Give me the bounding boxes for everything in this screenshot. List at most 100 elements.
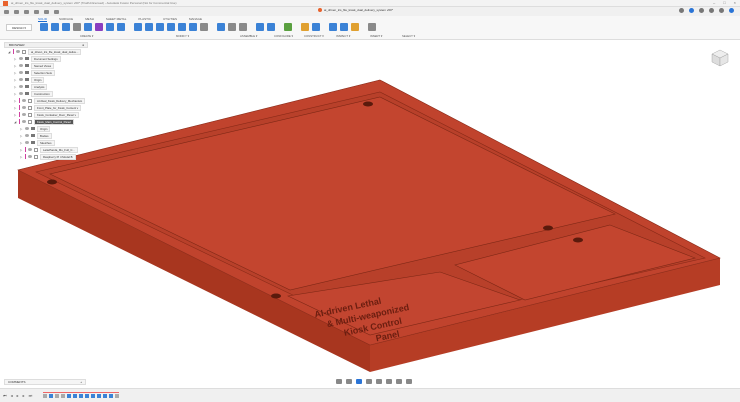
timeline-feature[interactable]: [49, 394, 53, 398]
visibility-icon[interactable]: [28, 148, 32, 151]
group-select[interactable]: SELECT ▾: [402, 34, 415, 38]
visibility-icon[interactable]: [19, 85, 23, 88]
step-forward-button[interactable]: ▸: [23, 393, 25, 398]
browser-item[interactable]: ▷ Analysis: [4, 83, 88, 90]
timeline-feature[interactable]: [61, 394, 65, 398]
help-icon[interactable]: [719, 8, 724, 13]
job-status-icon[interactable]: [699, 8, 704, 13]
comments-panel[interactable]: COMMENTS +: [4, 379, 86, 385]
expand-arrow-icon[interactable]: ▷: [14, 85, 17, 89]
parameters-icon[interactable]: [256, 23, 264, 31]
timeline-features[interactable]: [43, 392, 119, 399]
visibility-icon[interactable]: [22, 99, 26, 102]
close-button[interactable]: ×: [734, 0, 736, 5]
timeline-feature[interactable]: [109, 394, 113, 398]
browser-item[interactable]: ◢ Kiosk_Main_Control_Panel: [4, 118, 88, 125]
form-icon[interactable]: [95, 23, 103, 31]
grid-menu-icon[interactable]: [4, 9, 9, 14]
redo-icon[interactable]: [44, 9, 49, 14]
browser-item[interactable]: ▷ Construction: [4, 90, 88, 97]
maximize-button[interactable]: □: [723, 0, 725, 5]
expand-arrow-icon[interactable]: ▷: [14, 57, 17, 61]
timeline-feature[interactable]: [73, 394, 77, 398]
pan-icon[interactable]: [356, 379, 362, 384]
expand-arrow-icon[interactable]: ▷: [14, 64, 17, 68]
grid-settings-icon[interactable]: [396, 379, 402, 384]
timeline-feature[interactable]: [91, 394, 95, 398]
expand-arrow-icon[interactable]: ▷: [14, 71, 17, 75]
display-settings-icon[interactable]: [386, 379, 392, 384]
new-tab-icon[interactable]: [679, 8, 684, 13]
save-icon[interactable]: [24, 9, 29, 14]
expand-arrow-icon[interactable]: ▷: [20, 127, 23, 131]
group-insert[interactable]: INSERT ▾: [370, 34, 382, 38]
move-copy-icon[interactable]: [200, 23, 208, 31]
minimize-button[interactable]: –: [713, 0, 715, 5]
visibility-icon[interactable]: [25, 127, 29, 130]
rigid-group-icon[interactable]: [239, 23, 247, 31]
browser-item[interactable]: ▷ Kiosk_Container_Door_Panel v: [4, 111, 88, 118]
browser-item[interactable]: ▷ Origin: [4, 125, 88, 132]
timeline-feature[interactable]: [79, 394, 83, 398]
browser-item[interactable]: ▷ Named Views: [4, 62, 88, 69]
configure-icon[interactable]: [267, 23, 275, 31]
browser-item[interactable]: ▷ Raspberry Pi 4 Model B: [4, 153, 88, 160]
create-sketch-icon[interactable]: [40, 23, 48, 31]
tab-surface[interactable]: SURFACE: [59, 17, 73, 22]
visibility-icon[interactable]: [19, 71, 23, 74]
view-cube[interactable]: [710, 48, 730, 68]
expand-arrow-icon[interactable]: ▷: [14, 99, 17, 103]
step-back-button[interactable]: ◂: [11, 393, 13, 398]
chamfer-icon[interactable]: [156, 23, 164, 31]
expand-arrow-icon[interactable]: ▷: [14, 113, 17, 117]
browser-item[interactable]: ▷ Origin: [4, 76, 88, 83]
insert-derive-icon[interactable]: [329, 23, 337, 31]
home-icon[interactable]: [54, 9, 59, 14]
visibility-icon[interactable]: [22, 120, 26, 123]
tab-mesh[interactable]: MESH: [85, 17, 94, 22]
expand-arrow-icon[interactable]: ▷: [14, 106, 17, 110]
expand-arrow-icon[interactable]: ▷: [20, 141, 23, 145]
measure-icon[interactable]: [301, 23, 309, 31]
model-viewport[interactable]: AI-driven Lethal & Multi-weaponized Kios…: [0, 40, 740, 388]
offset-plane-icon[interactable]: [284, 23, 292, 31]
expand-arrow-icon[interactable]: ▷: [14, 78, 17, 82]
visibility-icon[interactable]: [19, 78, 23, 81]
workspace-dropdown[interactable]: DESIGN ▾: [6, 24, 32, 31]
viewports-icon[interactable]: [406, 379, 412, 384]
new-component-icon[interactable]: [217, 23, 225, 31]
shell-icon[interactable]: [167, 23, 175, 31]
combine-icon[interactable]: [178, 23, 186, 31]
expand-arrow-icon[interactable]: ◢: [8, 50, 11, 54]
group-construct[interactable]: CONSTRUCT ▾: [304, 34, 324, 38]
extrude-icon[interactable]: [51, 23, 59, 31]
add-comment-icon[interactable]: +: [80, 380, 82, 384]
select-icon[interactable]: [368, 23, 376, 31]
insert-mesh-icon[interactable]: [351, 23, 359, 31]
browser-item[interactable]: ▷ Selection Sets: [4, 69, 88, 76]
timeline-feature[interactable]: [55, 394, 59, 398]
user-avatar[interactable]: [729, 8, 734, 13]
expand-arrow-icon[interactable]: ▷: [20, 155, 23, 159]
timeline-feature[interactable]: [103, 394, 107, 398]
timeline-feature[interactable]: [85, 394, 89, 398]
file-icon[interactable]: [14, 9, 19, 14]
expand-arrow-icon[interactable]: ▷: [20, 134, 23, 138]
tab-manage[interactable]: MANAGE: [189, 17, 202, 22]
group-modify[interactable]: MODIFY ▾: [176, 34, 189, 38]
group-create[interactable]: CREATE ▾: [80, 34, 93, 38]
tab-plastic[interactable]: PLASTIC: [138, 17, 151, 22]
expand-arrow-icon[interactable]: ◢: [14, 120, 17, 124]
notifications-icon[interactable]: [709, 8, 714, 13]
browser-pin-icon[interactable]: ●: [82, 43, 84, 47]
visibility-icon[interactable]: [25, 141, 29, 144]
orbit-icon[interactable]: [336, 379, 342, 384]
tab-solid[interactable]: SOLID: [38, 17, 48, 22]
fillet-icon[interactable]: [145, 23, 153, 31]
group-assemble[interactable]: ASSEMBLE ▾: [240, 34, 257, 38]
visibility-icon[interactable]: [28, 155, 32, 158]
hole-icon[interactable]: [73, 23, 81, 31]
document-tab[interactable]: ai_driven_lcs_file_kiosk_dual_delivery_s…: [318, 8, 393, 12]
timeline-marker[interactable]: [115, 394, 119, 398]
expand-arrow-icon[interactable]: ▷: [14, 92, 17, 96]
